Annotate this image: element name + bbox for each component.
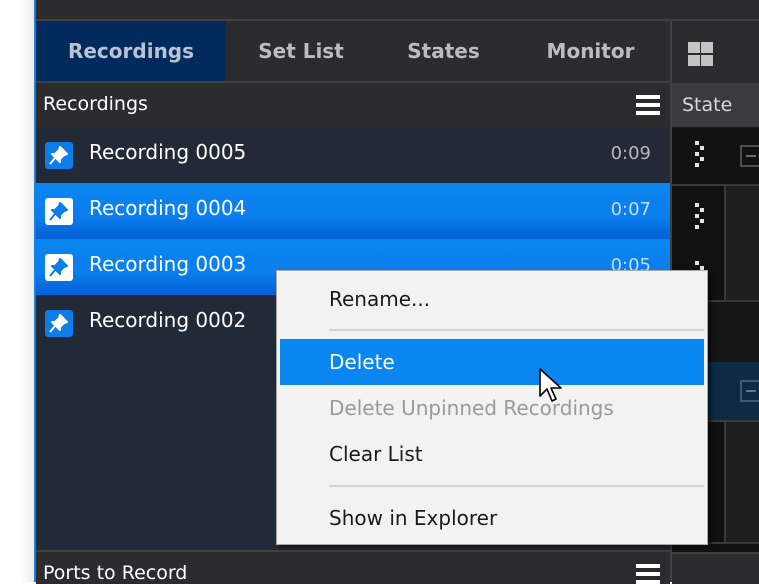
pin-icon[interactable] — [45, 142, 73, 169]
tab-monitor[interactable]: Monitor — [511, 21, 670, 81]
tab-recordings[interactable]: Recordings — [36, 21, 226, 81]
pin-icon[interactable] — [45, 198, 73, 225]
title-strip — [36, 0, 759, 19]
ports-panel-header: Ports to Record — [36, 550, 670, 584]
ports-panel-title: Ports to Record — [43, 562, 188, 584]
drag-handle-icon[interactable] — [693, 141, 707, 171]
recordings-panel-header: Recordings — [36, 83, 670, 127]
grid-layout-icon[interactable] — [686, 40, 714, 68]
state-row[interactable] — [672, 128, 759, 184]
menu-item-label: Rename... — [329, 287, 431, 311]
menu-item-rename[interactable]: Rename... — [280, 276, 704, 322]
context-menu: Rename... Delete Delete Unpinned Recordi… — [276, 270, 708, 545]
menu-item-delete[interactable]: Delete — [280, 339, 704, 385]
collapse-icon[interactable] — [740, 380, 759, 402]
state-cell — [726, 422, 759, 542]
menu-item-show-in-explorer[interactable]: Show in Explorer — [280, 495, 704, 541]
state-gap — [672, 544, 759, 552]
menu-item-label: Delete — [329, 350, 395, 374]
menu-item-delete-unpinned: Delete Unpinned Recordings — [280, 385, 704, 431]
menu-item-label: Show in Explorer — [329, 506, 498, 530]
collapse-icon[interactable] — [740, 145, 759, 167]
recording-name: Recording 0005 — [89, 140, 247, 164]
menu-item-label: Delete Unpinned Recordings — [329, 396, 614, 420]
tab-states[interactable]: States — [376, 21, 511, 81]
menu-item-label: Clear List — [329, 442, 423, 466]
state-cell — [726, 186, 759, 300]
tab-set-list[interactable]: Set List — [226, 21, 376, 81]
hamburger-menu-icon[interactable] — [636, 95, 660, 115]
menu-separator — [329, 485, 704, 487]
list-item[interactable]: Recording 0004 0:07 — [36, 183, 670, 239]
menu-separator — [329, 329, 704, 331]
recording-duration: 0:09 — [610, 143, 651, 164]
desktop-background — [0, 0, 34, 582]
tab-bar: Recordings Set List States Monitor — [36, 21, 670, 81]
list-item[interactable]: Recording 0005 0:09 — [36, 127, 670, 183]
state-panel-title: State — [682, 94, 733, 116]
pin-icon[interactable] — [45, 310, 73, 337]
drag-handle-icon[interactable] — [693, 203, 707, 233]
menu-item-clear-list[interactable]: Clear List — [280, 431, 704, 477]
recording-name: Recording 0003 — [89, 252, 247, 276]
hamburger-menu-icon[interactable] — [636, 564, 660, 584]
recording-duration: 0:07 — [610, 199, 651, 220]
recordings-panel-title: Recordings — [43, 93, 148, 115]
state-footer — [672, 552, 759, 584]
pin-icon[interactable] — [45, 254, 73, 281]
recording-name: Recording 0002 — [89, 308, 247, 332]
recording-name: Recording 0004 — [89, 196, 247, 220]
state-panel-header: State — [672, 83, 759, 127]
